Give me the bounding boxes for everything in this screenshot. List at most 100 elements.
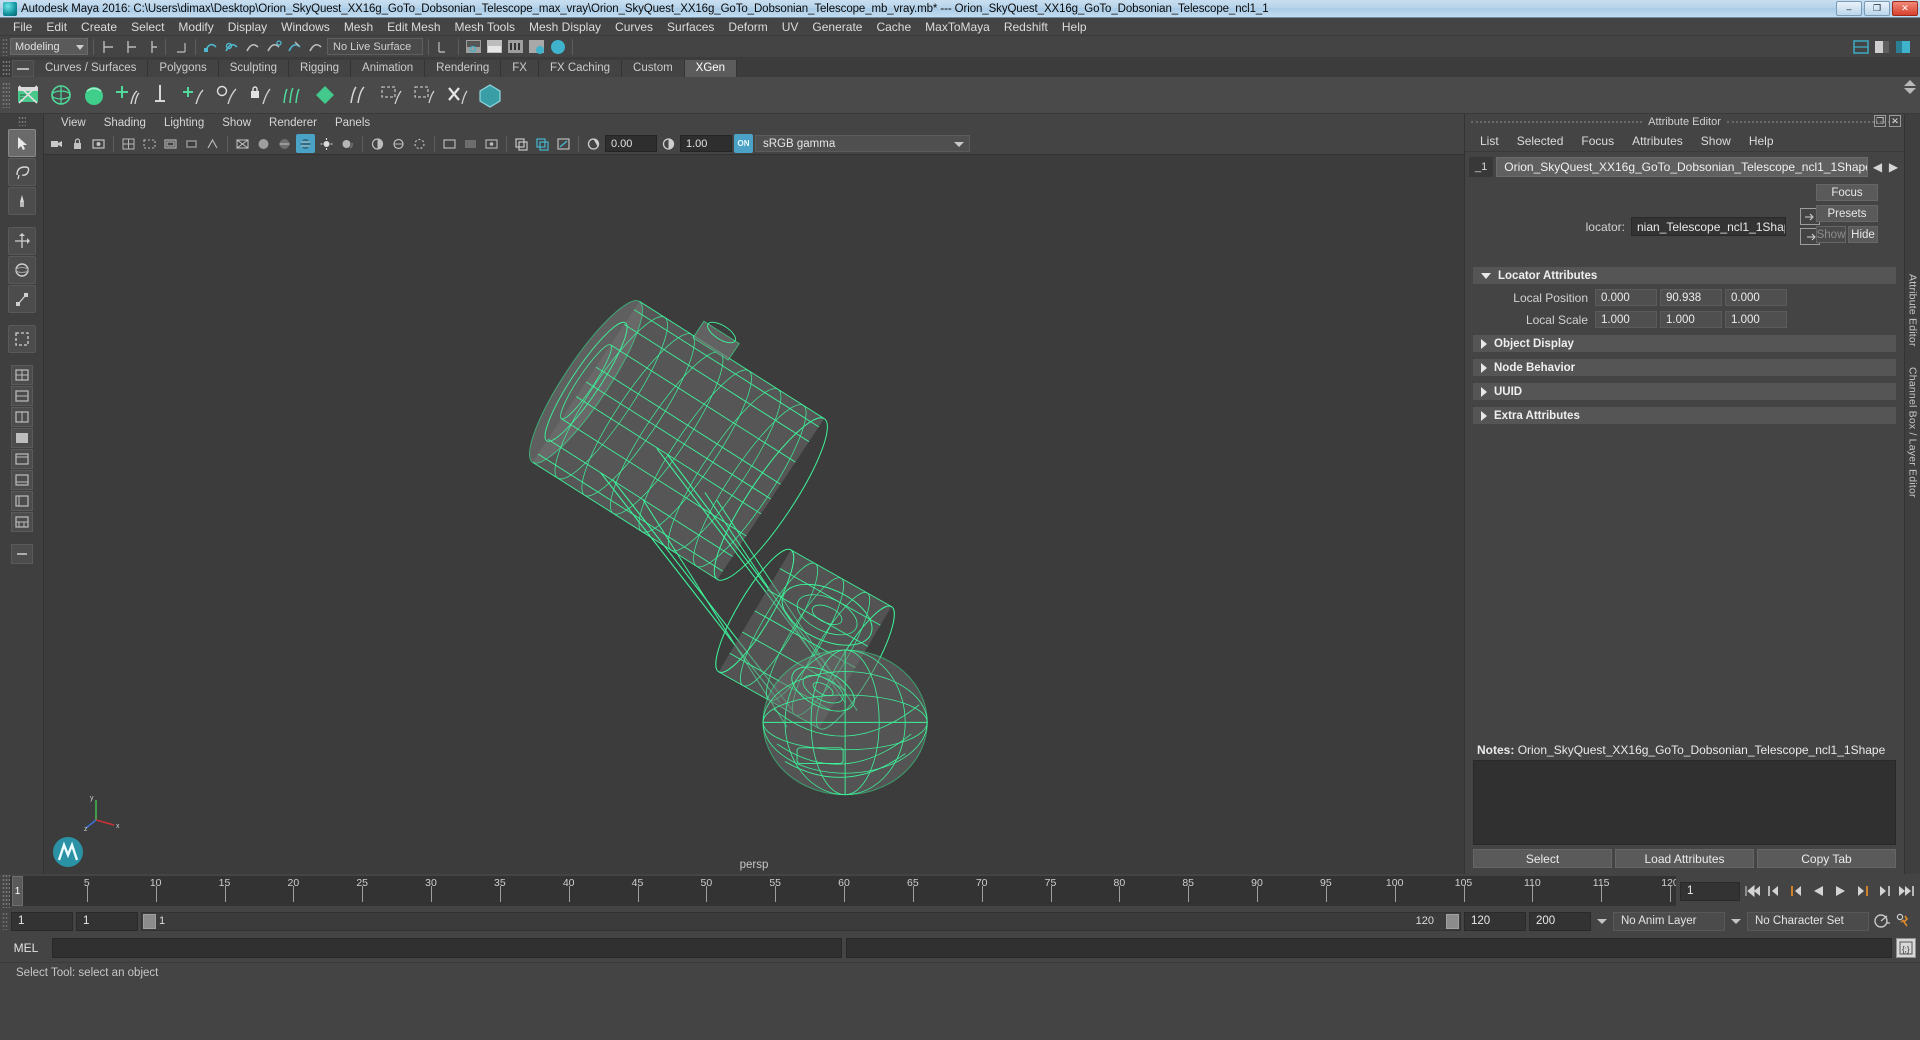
select-tool-button[interactable] — [7, 129, 36, 157]
ae-menu-selected[interactable]: Selected — [1508, 134, 1573, 148]
menu-surfaces[interactable]: Surfaces — [660, 18, 721, 36]
close-button[interactable]: ✕ — [1892, 1, 1918, 16]
scroll-up-icon[interactable] — [1904, 80, 1916, 86]
viewport-menu-renderer[interactable]: Renderer — [260, 114, 326, 133]
load-attributes-button[interactable]: Load Attributes — [1615, 849, 1754, 868]
xgen-select-region-icon[interactable] — [376, 80, 406, 110]
menu-mesh-tools[interactable]: Mesh Tools — [448, 18, 522, 36]
viewport-menu-panels[interactable]: Panels — [326, 114, 379, 133]
menu-maxtomaya[interactable]: MaxToMaya — [918, 18, 997, 36]
anim-layer-select[interactable]: No Anim Layer — [1613, 911, 1725, 931]
layout-two-pane-button[interactable] — [10, 407, 33, 427]
local-scale-x-field[interactable]: 1.000 — [1595, 311, 1657, 328]
layout-graph-editor-button[interactable] — [10, 491, 33, 511]
local-position-x-field[interactable]: 0.000 — [1595, 289, 1657, 306]
xgen-cut-icon[interactable] — [343, 80, 373, 110]
menu-select[interactable]: Select — [124, 18, 171, 36]
shelf-tab-custom[interactable]: Custom — [622, 60, 685, 77]
exposure-icon[interactable] — [584, 134, 603, 153]
ipr-render-icon[interactable] — [485, 37, 504, 56]
menu-deform[interactable]: Deform — [721, 18, 774, 36]
go-to-end-button[interactable] — [1897, 882, 1916, 901]
xray-icon[interactable] — [461, 134, 480, 153]
xgen-editor-icon[interactable] — [13, 80, 43, 110]
viewport-toolbar[interactable]: 0.00 1.00 ON sRGB gamma — [44, 133, 1464, 155]
select-by-hierarchy-icon[interactable] — [99, 37, 118, 56]
copy-tab-button[interactable]: Copy Tab — [1757, 849, 1896, 868]
command-line-row[interactable]: MEL {;} — [0, 934, 1920, 962]
layout-four-pane-button[interactable] — [10, 428, 33, 448]
select-camera-icon[interactable] — [47, 134, 66, 153]
shelf-tab-rigging[interactable]: Rigging — [289, 60, 352, 77]
snap-to-projected-center-icon[interactable] — [264, 37, 283, 56]
chevron-down-icon[interactable] — [1731, 918, 1741, 924]
time-slider-track[interactable]: 1 5 10 15 20 25 30 35 40 45 50 55 60 65 70 75 80 85 90 95 10… — [10, 876, 1676, 906]
menu-create[interactable]: Create — [74, 18, 124, 36]
maximize-button[interactable]: ❐ — [1864, 1, 1890, 16]
command-input-field[interactable] — [52, 938, 842, 958]
node-prev-button[interactable]: ◀ — [1871, 157, 1884, 177]
exposure-gamma-icon[interactable] — [203, 134, 222, 153]
playback-controls[interactable]: 1 — [1676, 874, 1920, 908]
time-slider-playhead[interactable]: 1 — [12, 876, 23, 906]
time-slider-gripper[interactable] — [2, 874, 10, 908]
shelf-row-gripper[interactable] — [2, 82, 10, 108]
step-back-frame-button[interactable] — [1787, 882, 1806, 901]
shelf-tab-fx-caching[interactable]: FX Caching — [538, 60, 623, 77]
ae-menu-list[interactable]: List — [1471, 134, 1508, 148]
layout-expand-button[interactable] — [10, 544, 33, 564]
viewport-menu-view[interactable]: View — [52, 114, 95, 133]
shaded-wireframe-icon[interactable] — [275, 134, 294, 153]
range-slider-gripper[interactable] — [2, 912, 8, 930]
gamma-icon[interactable] — [659, 134, 678, 153]
menu-edit[interactable]: Edit — [39, 18, 74, 36]
shelf-tab-curves-surfaces[interactable]: Curves / Surfaces — [34, 60, 149, 77]
xgen-noise-icon[interactable] — [211, 80, 241, 110]
make-live-icon[interactable] — [306, 37, 325, 56]
node-tab-label[interactable]: _1 — [1469, 157, 1494, 177]
notes-textarea[interactable] — [1473, 760, 1896, 845]
layout-persp-button[interactable] — [10, 386, 33, 406]
attribute-editor-window-buttons[interactable]: ❐ ✕ — [1874, 115, 1901, 127]
menu-uv[interactable]: UV — [775, 18, 806, 36]
textured-shading-icon[interactable] — [296, 134, 315, 153]
layout-single-button[interactable] — [10, 365, 33, 385]
history-toggle-icon[interactable] — [434, 37, 453, 56]
shelf-tab-rendering[interactable]: Rendering — [425, 60, 502, 77]
viewport-menu-lighting[interactable]: Lighting — [155, 114, 213, 133]
use-all-lights-icon[interactable] — [317, 134, 336, 153]
menu-mesh-display[interactable]: Mesh Display — [522, 18, 608, 36]
xray-joints-icon[interactable] — [482, 134, 501, 153]
range-handle-right[interactable] — [1446, 913, 1459, 929]
right-dock-tab-strip[interactable]: Attribute Editor Channel Box / Layer Edi… — [1904, 114, 1920, 874]
viewport-copy-icon[interactable] — [512, 134, 531, 153]
shelf-tab-xgen[interactable]: XGen — [684, 60, 738, 77]
section-locator-attributes[interactable]: Locator Attributes — [1473, 267, 1896, 284]
range-start-field[interactable]: 1 — [11, 911, 73, 931]
range-handle-left[interactable] — [143, 913, 156, 929]
ae-menu-show[interactable]: Show — [1692, 134, 1740, 148]
shelf-tab-fx[interactable]: FX — [501, 60, 539, 77]
live-surface-field[interactable]: No Live Surface — [327, 38, 423, 55]
snap-to-curve-icon[interactable] — [222, 37, 241, 56]
ae-menu-focus[interactable]: Focus — [1572, 134, 1623, 148]
layout-more-button[interactable] — [10, 512, 33, 532]
current-frame-field[interactable]: 1 — [1680, 881, 1740, 901]
xgen-sphere-filled-icon[interactable] — [79, 80, 109, 110]
color-transform-select[interactable]: sRGB gamma — [755, 135, 970, 152]
snap-to-point-icon[interactable] — [243, 37, 262, 56]
play-backwards-button[interactable] — [1809, 882, 1828, 901]
rotate-tool-button[interactable] — [7, 256, 36, 284]
menu-display[interactable]: Display — [221, 18, 274, 36]
close-icon[interactable]: ✕ — [1889, 115, 1901, 127]
layout-hypergraph-button[interactable] — [10, 470, 33, 490]
viewport-3d[interactable]: y x z persp — [44, 155, 1464, 874]
select-button[interactable]: Select — [1473, 849, 1612, 868]
select-by-object-icon[interactable] — [120, 37, 139, 56]
menu-modify[interactable]: Modify — [171, 18, 220, 36]
play-forwards-button[interactable] — [1831, 882, 1850, 901]
multisample-aa-icon[interactable] — [410, 134, 429, 153]
step-forward-frame-button[interactable] — [1853, 882, 1872, 901]
chevron-down-icon[interactable] — [1597, 918, 1607, 924]
motion-blur-icon[interactable] — [389, 134, 408, 153]
